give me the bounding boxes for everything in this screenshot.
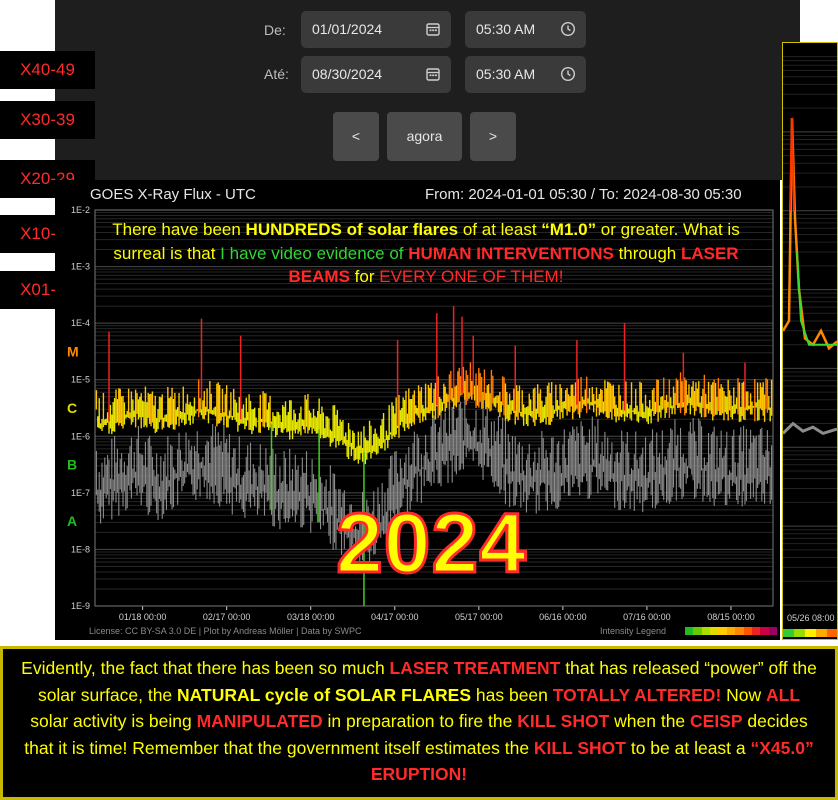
legend-swatch (693, 627, 702, 635)
y-tick-label: 1E-7 (71, 488, 90, 498)
legend-swatch (718, 627, 727, 635)
previous-button[interactable]: < (333, 112, 379, 161)
caption-text-1: Evidently, the fact that there has been … (21, 658, 390, 678)
x-tick-label: 08/15 00:00 (707, 612, 755, 622)
caption-text-4: NATURAL cycle of SOLAR FLARES (177, 684, 472, 705)
y-tick-label: 1E-9 (71, 601, 90, 611)
next-button[interactable]: > (470, 112, 516, 161)
chart-date-range: From: 2024-01-01 05:30 / To: 2024-08-30 … (425, 186, 742, 203)
y-tick-label: 1E-5 (71, 375, 90, 385)
caption-text-10: MANIPULATED (196, 711, 323, 731)
y-tick-label: 1E-4 (71, 318, 90, 328)
zoomed-flare-inset: 05/26 08:00 (782, 42, 838, 640)
calendar-icon[interactable] (425, 21, 441, 37)
flare-class-label: B (67, 457, 77, 473)
to-date-input[interactable]: 08/30/2024 (301, 56, 451, 93)
to-label: Até: (264, 66, 289, 82)
legend-swatch (768, 627, 777, 635)
caption-text-16: KILL SHOT (533, 737, 626, 758)
legend-swatch (743, 627, 752, 635)
caption-text-5: has been (471, 684, 553, 705)
flare-class-label: M (67, 343, 79, 359)
inset-legend-swatch (794, 629, 805, 637)
intensity-legend-label: Intensity Legend (600, 626, 667, 636)
calendar-icon[interactable] (425, 66, 441, 82)
overlay-text-2: HUNDREDS of solar flares (245, 220, 459, 239)
caption-text-17: to be at least a (625, 737, 751, 758)
inset-x-tick-label: 05/26 08:00 (787, 613, 835, 623)
now-button[interactable]: agora (387, 112, 462, 161)
chart-overlay-caption: There have been HUNDREDS of solar flares… (95, 218, 757, 289)
x-tick-label: 01/18 00:00 (119, 612, 167, 622)
legend-swatch (726, 627, 736, 635)
from-time-value: 05:30 AM (476, 21, 536, 37)
y-tick-label: 1E-3 (71, 262, 90, 272)
to-time-input[interactable]: 05:30 AM (465, 56, 586, 93)
series-short (95, 391, 773, 566)
from-date-input[interactable]: 01/01/2024 (301, 11, 451, 48)
inset-legend-swatch (805, 629, 816, 637)
x-tick-label: 03/18 00:00 (287, 612, 335, 622)
clock-icon[interactable] (560, 66, 576, 82)
inset-legend-swatch (827, 629, 837, 637)
legend-swatch (760, 627, 769, 635)
x-tick-label: 05/17 00:00 (455, 612, 503, 622)
caption-text-12: KILL SHOT (517, 711, 610, 731)
caption-text-11: in preparation to fire the (322, 711, 518, 731)
overlay-text-11: EVERY ONE OF THEM! (379, 267, 564, 286)
to-date-value: 08/30/2024 (312, 66, 383, 82)
legend-swatch (701, 627, 711, 635)
y-tick-label: 1E-2 (71, 205, 90, 215)
caption-text-8: ALL (766, 684, 801, 705)
overlay-text-7: HUMAN INTERVENTIONS (408, 243, 614, 263)
legend-swatch (685, 627, 694, 635)
caption-text-7: Now (721, 684, 767, 705)
x-tick-label: 02/17 00:00 (203, 612, 251, 622)
overlay-text-10: for (349, 267, 380, 286)
legend-swatch (751, 627, 761, 635)
bottom-caption: Evidently, the fact that there has been … (0, 646, 838, 800)
flare-class-label: C (67, 400, 77, 416)
x-class-40-49-button[interactable]: X40-49 (0, 51, 95, 89)
clock-icon[interactable] (560, 21, 576, 37)
x-tick-label: 06/16 00:00 (539, 612, 587, 622)
from-label: De: (264, 22, 286, 38)
caption-text-9: solar activity is being (30, 711, 197, 731)
inset-legend-swatch (816, 629, 827, 637)
caption-text-2: LASER TREATMENT (389, 658, 561, 678)
overlay-text-8: through (613, 243, 681, 263)
caption-text-13: when the (609, 711, 691, 731)
from-date-value: 01/01/2024 (312, 21, 383, 37)
license-text: License: CC BY-SA 3.0 DE | Plot by Andre… (89, 626, 362, 636)
overlay-text-1: There have been (112, 220, 246, 239)
xray-flux-chart: 1E-2 1E-3 1E-4 1E-5 1E-6 1E-7 1E-8 1E-9 M C B A 01/1… (55, 180, 780, 640)
date-filter-panel: De: 01/01/2024 05:30 AM Até: 08/30/2024 … (55, 0, 800, 180)
overlay-text-6: I have video evidence of (220, 243, 409, 263)
intensity-legend-bar (685, 627, 777, 635)
y-tick-label: 1E-8 (71, 544, 90, 554)
flare-class-label: A (67, 513, 77, 529)
caption-text-6: TOTALLY ALTERED! (552, 684, 722, 705)
x-class-30-39-button[interactable]: X30-39 (0, 101, 95, 139)
inset-plot: 05/26 08:00 (783, 56, 837, 637)
legend-swatch (735, 627, 744, 635)
y-tick-label: 1E-6 (71, 431, 90, 441)
caption-text-14: CEISP (690, 711, 743, 731)
legend-swatch (710, 627, 719, 635)
to-time-value: 05:30 AM (476, 66, 536, 82)
overlay-text-4: “M1.0” (541, 220, 597, 239)
overlay-text-3: of at least (458, 220, 542, 239)
chart-title: GOES X-Ray Flux - UTC (90, 186, 256, 203)
inset-short-flux (783, 421, 837, 436)
from-time-input[interactable]: 05:30 AM (465, 11, 586, 48)
x-tick-label: 04/17 00:00 (371, 612, 419, 622)
x-tick-label: 07/16 00:00 (623, 612, 671, 622)
inset-legend-swatch (783, 629, 794, 637)
